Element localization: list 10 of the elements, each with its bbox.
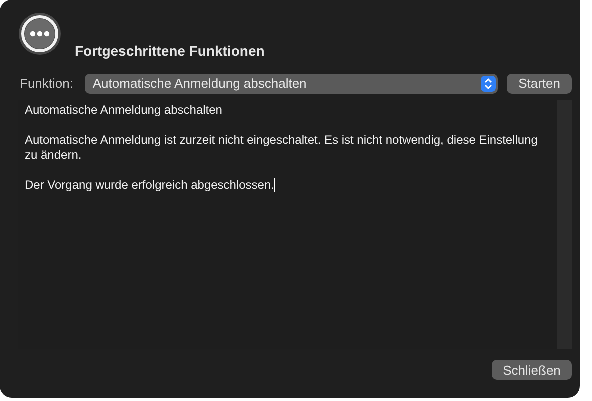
output-line: Automatische Anmeldung abschalten <box>25 103 222 117</box>
output-line: Automatische Anmeldung ist zurzeit nicht eingeschaltet. Es ist nicht notwendig, diese Einstellung zu ändern. <box>25 133 538 162</box>
function-popup[interactable]: Automatische Anmeldung abschalten <box>84 74 498 94</box>
window-title: Fortgeschrittene Funktionen <box>75 43 265 59</box>
function-label: Funktion: <box>20 76 74 91</box>
close-button[interactable]: Schließen <box>492 360 572 380</box>
start-button[interactable]: Starten <box>507 74 572 94</box>
more-icon <box>18 12 62 56</box>
stepper-icon <box>481 76 496 92</box>
output-line: Der Vorgang wurde erfolgreich abgeschlossen. <box>25 178 274 192</box>
